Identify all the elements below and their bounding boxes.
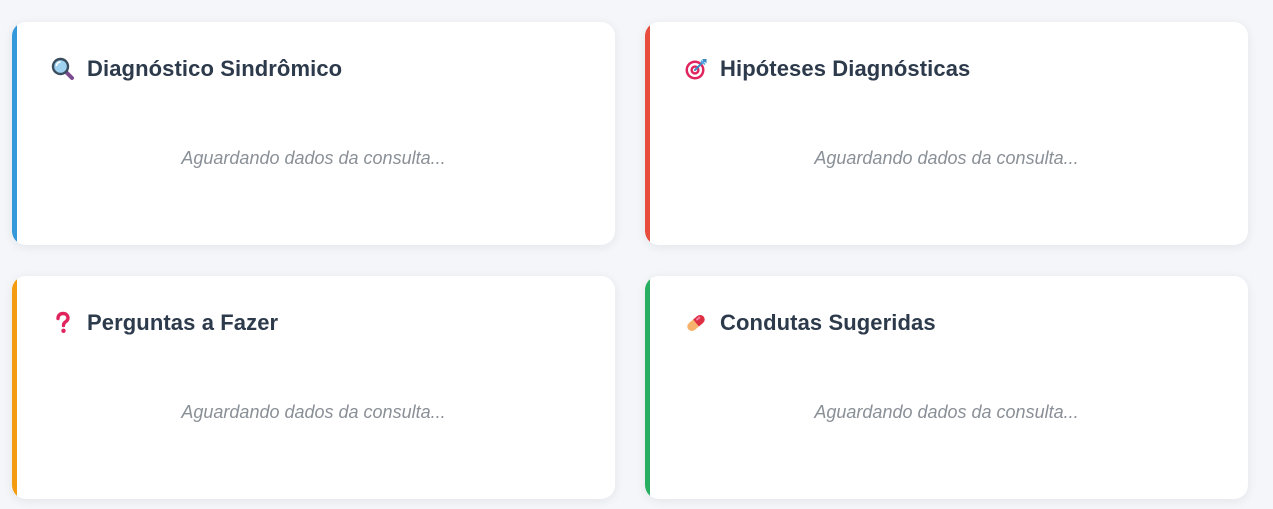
card-condutas-sugeridas: Condutas Sugeridas Aguardando dados da c… [645, 276, 1248, 499]
card-title: Perguntas a Fazer [87, 310, 279, 335]
card-placeholder-text: Aguardando dados da consulta... [814, 402, 1079, 422]
card-accent-bar [12, 276, 17, 499]
card-hipoteses-diagnosticas: Hipóteses Diagnósticas Aguardando dados … [645, 22, 1248, 245]
card-placeholder-text: Aguardando dados da consulta... [814, 148, 1079, 168]
target-dart-icon [684, 57, 708, 81]
card-accent-bar [645, 22, 650, 245]
card-header: Hipóteses Diagnósticas [684, 56, 970, 82]
card-perguntas-a-fazer: Perguntas a Fazer Aguardando dados da co… [12, 276, 615, 499]
analysis-panels-grid: Diagnóstico Sindrômico Aguardando dados … [0, 0, 1273, 509]
card-title: Hipóteses Diagnósticas [720, 56, 971, 81]
card-title: Condutas Sugeridas [720, 310, 936, 335]
card-title: Diagnóstico Sindrômico [87, 56, 343, 81]
card-placeholder-text: Aguardando dados da consulta... [181, 402, 446, 422]
question-mark-icon [51, 311, 75, 335]
card-header: Condutas Sugeridas [684, 310, 936, 336]
card-accent-bar [645, 276, 650, 499]
pill-icon [684, 311, 708, 335]
card-header: Perguntas a Fazer [51, 310, 278, 336]
card-placeholder-text: Aguardando dados da consulta... [181, 148, 446, 168]
card-accent-bar [12, 22, 17, 245]
card-diagnostico-sindromico: Diagnóstico Sindrômico Aguardando dados … [12, 22, 615, 245]
magnifying-glass-icon [51, 57, 75, 81]
card-header: Diagnóstico Sindrômico [51, 56, 342, 82]
